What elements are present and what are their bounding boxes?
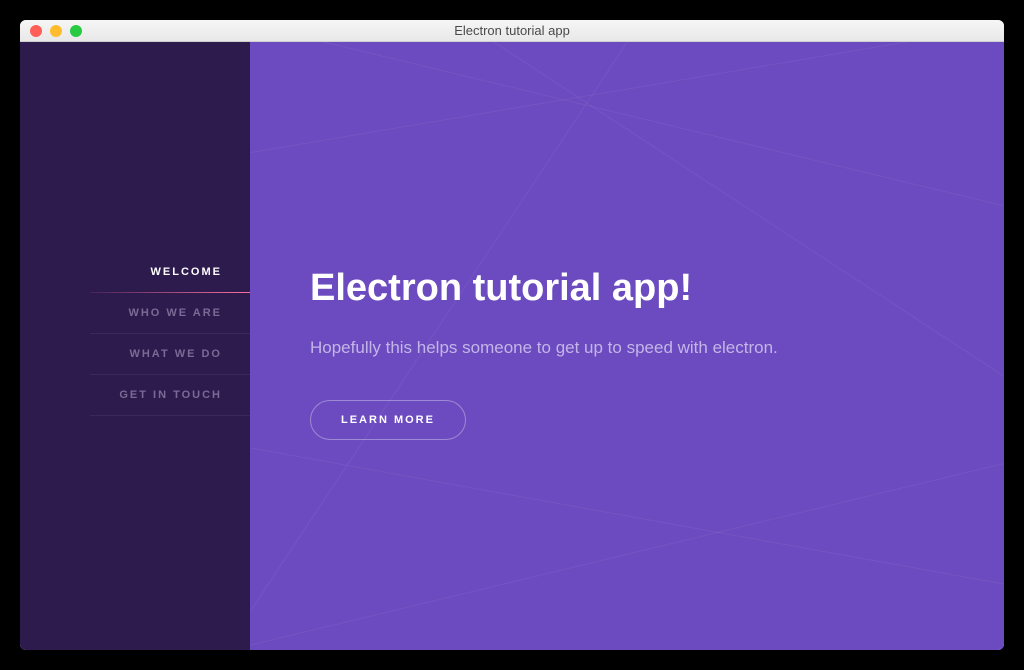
traffic-lights bbox=[20, 25, 82, 37]
main-content: Electron tutorial app! Hopefully this he… bbox=[250, 42, 1004, 650]
cta-label: LEARN MORE bbox=[341, 414, 435, 426]
sidebar-item-get-in-touch[interactable]: GET IN TOUCH bbox=[90, 375, 250, 416]
app-window: Electron tutorial app WELCOME WHO WE ARE… bbox=[20, 20, 1004, 650]
sidebar-item-label: GET IN TOUCH bbox=[119, 389, 222, 401]
sidebar-item-welcome[interactable]: WELCOME bbox=[90, 252, 250, 293]
sidebar-item-label: WHAT WE DO bbox=[129, 348, 222, 360]
sidebar: WELCOME WHO WE ARE WHAT WE DO GET IN TOU… bbox=[20, 42, 250, 650]
hero-title: Electron tutorial app! bbox=[310, 267, 944, 310]
title-bar: Electron tutorial app bbox=[20, 20, 1004, 42]
close-icon[interactable] bbox=[30, 25, 42, 37]
sidebar-item-label: WELCOME bbox=[151, 266, 222, 278]
minimize-icon[interactable] bbox=[50, 25, 62, 37]
hero-subtitle: Hopefully this helps someone to get up t… bbox=[310, 338, 944, 358]
app-content: WELCOME WHO WE ARE WHAT WE DO GET IN TOU… bbox=[20, 42, 1004, 650]
maximize-icon[interactable] bbox=[70, 25, 82, 37]
window-title: Electron tutorial app bbox=[20, 23, 1004, 38]
sidebar-item-what-we-do[interactable]: WHAT WE DO bbox=[90, 334, 250, 375]
sidebar-item-label: WHO WE ARE bbox=[128, 307, 222, 319]
learn-more-button[interactable]: LEARN MORE bbox=[310, 400, 466, 440]
sidebar-item-who-we-are[interactable]: WHO WE ARE bbox=[90, 293, 250, 334]
